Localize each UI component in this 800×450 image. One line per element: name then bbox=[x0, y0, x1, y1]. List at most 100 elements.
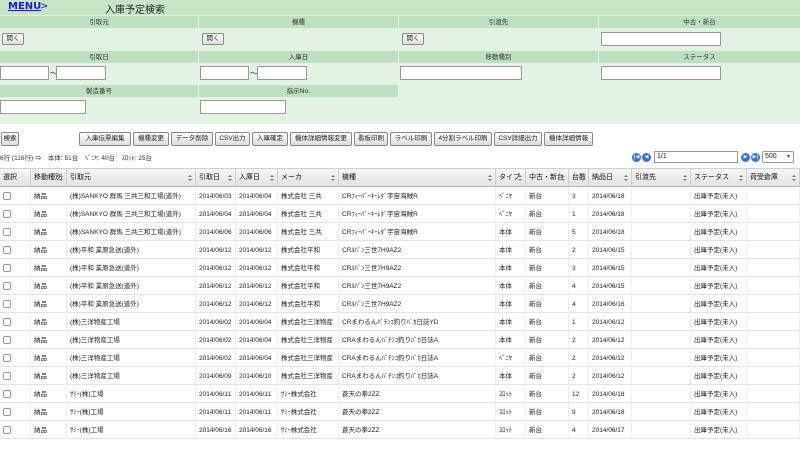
row-checkbox[interactable] bbox=[3, 390, 11, 398]
cell-delivery-date: 2014/06/18 bbox=[589, 386, 632, 403]
row-checkbox[interactable] bbox=[3, 192, 11, 200]
table-row[interactable]: 納品 (株)SANKYO 群馬 三共三和工場(道外) 2014/06/06 2014/… bbox=[0, 224, 800, 241]
column-header-quantity[interactable]: 台数 bbox=[569, 169, 589, 187]
row-checkbox[interactable] bbox=[3, 246, 11, 254]
sort-icon[interactable] bbox=[561, 175, 566, 181]
menu-link[interactable]: MENU bbox=[8, 1, 41, 12]
table-row[interactable]: 納品 (株)三洋物産工場 2014/06/02 2014/06/04 株式会社三洋物産 C… bbox=[0, 332, 800, 349]
row-checkbox[interactable] bbox=[3, 210, 11, 218]
arrival-date-to-input[interactable] bbox=[257, 66, 307, 80]
cell-quantity: 4 bbox=[569, 422, 589, 439]
table-row[interactable]: 納品 (株)三洋物産工場 2014/06/02 2014/06/04 株式会社三洋物産 C… bbox=[0, 350, 800, 367]
open-model-button[interactable]: 開く bbox=[202, 33, 224, 45]
print-quarter-label-button[interactable]: 4分割ラベル印刷 bbox=[434, 132, 492, 146]
column-header-delivery-date[interactable]: 納品日 bbox=[589, 169, 632, 187]
pickup-date-to-input[interactable] bbox=[56, 66, 106, 80]
sort-icon[interactable] bbox=[792, 175, 797, 181]
cell-move-type: 納品 bbox=[31, 404, 67, 421]
sort-icon[interactable] bbox=[331, 175, 336, 181]
table-row[interactable]: 納品 ｻﾐｰ(株)工場 2014/06/16 2014/06/16 ｻﾐｰ株式会社 蒼天の… bbox=[0, 422, 800, 439]
cell-pickup-date: 2014/06/06 bbox=[196, 224, 236, 241]
row-checkbox[interactable] bbox=[3, 264, 11, 272]
column-header-move-type[interactable]: 移動種別 bbox=[31, 169, 67, 187]
table-row[interactable]: 納品 (株)SANKYO 群馬 三共三和工場(道外) 2014/06/04 2014/… bbox=[0, 206, 800, 223]
pickup-date-from-input[interactable] bbox=[0, 66, 49, 80]
csv-export-button[interactable]: CSV出力 bbox=[215, 132, 250, 146]
table-row[interactable]: 納品 (株)平和 業原急送(道外) 2014/06/12 2014/06/12 株式会社… bbox=[0, 242, 800, 259]
previous-page-icon[interactable]: ◀ bbox=[642, 153, 651, 162]
table-row[interactable]: 納品 (株)三洋物産工場 2014/06/02 2014/06/04 株式会社三洋物産 C… bbox=[0, 314, 800, 331]
column-header-select[interactable]: 選択 bbox=[0, 169, 31, 187]
sort-icon[interactable] bbox=[518, 175, 523, 181]
open-destination-button[interactable]: 開く bbox=[402, 33, 424, 45]
column-header-receiving-warehouse[interactable]: 荷受倉庫 bbox=[747, 169, 800, 187]
sort-icon[interactable] bbox=[581, 175, 586, 181]
column-header-arrival-date[interactable]: 入庫日 bbox=[236, 169, 278, 187]
cell-maker: 株式会社三洋物産 bbox=[278, 314, 339, 331]
change-unit-details-button[interactable]: 機体詳細情報変更 bbox=[290, 132, 352, 146]
column-header-type[interactable]: タイプ bbox=[496, 169, 526, 187]
row-checkbox[interactable] bbox=[3, 228, 11, 236]
rows-per-page-select[interactable]: 500 ▾ bbox=[762, 151, 794, 163]
row-checkbox[interactable] bbox=[3, 408, 11, 416]
cell-destination bbox=[632, 422, 691, 439]
sort-icon[interactable] bbox=[739, 175, 744, 181]
edit-arrival-slip-button[interactable]: 入庫伝票編集 bbox=[79, 132, 131, 146]
cell-type: ｽﾛｯﾄ bbox=[496, 404, 526, 421]
print-label-button[interactable]: ラベル印刷 bbox=[390, 132, 432, 146]
first-page-icon[interactable]: |◀ bbox=[632, 153, 641, 162]
order-number-input[interactable] bbox=[200, 100, 286, 114]
serial-number-input[interactable] bbox=[0, 100, 86, 114]
row-checkbox[interactable] bbox=[3, 372, 11, 380]
table-row[interactable]: 納品 (株)平和 業原急送(道外) 2014/06/12 2014/06/12 株式会社… bbox=[0, 260, 800, 277]
sort-icon[interactable] bbox=[188, 175, 193, 181]
search-button[interactable]: 検索 bbox=[1, 132, 19, 146]
csv-detail-export-button[interactable]: CSV詳細出力 bbox=[494, 132, 542, 146]
next-page-icon[interactable]: ▶ bbox=[741, 153, 750, 162]
column-header-pickup-date[interactable]: 引取日 bbox=[196, 169, 236, 187]
arrival-date-from-input[interactable] bbox=[200, 66, 249, 80]
table-row[interactable]: 納品 ｻﾐｰ(株)工場 2014/06/11 2014/06/11 ｻﾐｰ株式会社 蒼天の… bbox=[0, 404, 800, 421]
cell-quantity: 2 bbox=[569, 242, 589, 259]
table-row[interactable]: 納品 (株)SANKYO 群馬 三共三和工場(道外) 2014/06/03 2014/… bbox=[0, 188, 800, 205]
sort-icon[interactable] bbox=[488, 175, 493, 181]
page-number-input[interactable]: 1/1 bbox=[654, 151, 738, 163]
sort-icon[interactable] bbox=[270, 175, 275, 181]
row-checkbox[interactable] bbox=[3, 318, 11, 326]
sort-icon[interactable] bbox=[683, 175, 688, 181]
confirm-arrival-button[interactable]: 入庫確定 bbox=[252, 132, 288, 146]
sort-icon[interactable] bbox=[228, 175, 233, 181]
last-page-icon[interactable]: ▶| bbox=[751, 153, 760, 162]
delete-data-button[interactable]: データ削除 bbox=[171, 132, 213, 146]
status-input[interactable] bbox=[601, 66, 721, 80]
row-checkbox[interactable] bbox=[3, 426, 11, 434]
column-header-destination[interactable]: 引渡先 bbox=[632, 169, 691, 187]
open-pickup-source-button[interactable]: 開く bbox=[2, 33, 24, 45]
cell-maker: ｻﾐｰ株式会社 bbox=[278, 404, 339, 421]
cell-pickup-source: ｻﾐｰ(株)工場 bbox=[67, 386, 196, 403]
change-model-button[interactable]: 機種変更 bbox=[133, 132, 169, 146]
sort-icon[interactable] bbox=[624, 175, 629, 181]
row-checkbox[interactable] bbox=[3, 300, 11, 308]
table-row[interactable]: 納品 (株)平和 業原急送(道外) 2014/06/12 2014/06/12 株式会社… bbox=[0, 278, 800, 295]
table-row[interactable]: 納品 ｻﾐｰ(株)工場 2014/06/11 2014/06/11 ｻﾐｰ株式会社 蒼天の… bbox=[0, 386, 800, 403]
column-header-maker[interactable]: メーカ bbox=[278, 169, 339, 187]
unit-details-button[interactable]: 機体詳細情報 bbox=[544, 132, 593, 146]
column-header-status[interactable]: ステータス bbox=[691, 169, 747, 187]
cell-destination bbox=[632, 242, 691, 259]
sort-icon[interactable] bbox=[59, 175, 64, 181]
cell-select bbox=[0, 224, 31, 241]
cell-destination bbox=[632, 332, 691, 349]
row-checkbox[interactable] bbox=[3, 336, 11, 344]
cell-pickup-date: 2014/06/12 bbox=[196, 242, 236, 259]
table-row[interactable]: 納品 (株)平和 業原急送(道外) 2014/06/12 2014/06/12 株式会社… bbox=[0, 296, 800, 313]
column-header-model[interactable]: 機種 bbox=[339, 169, 496, 187]
move-type-input[interactable] bbox=[400, 66, 522, 80]
row-checkbox[interactable] bbox=[3, 282, 11, 290]
print-signboard-button[interactable]: 看板印刷 bbox=[354, 132, 388, 146]
table-row[interactable]: 納品 (株)三洋物産工場 2014/06/09 2014/06/10 株式会社三洋物産 C… bbox=[0, 368, 800, 385]
column-header-used-new[interactable]: 中古・新台 bbox=[526, 169, 569, 187]
used-new-input[interactable] bbox=[601, 32, 721, 46]
column-header-pickup-source[interactable]: 引取元 bbox=[67, 169, 196, 187]
row-checkbox[interactable] bbox=[3, 354, 11, 362]
